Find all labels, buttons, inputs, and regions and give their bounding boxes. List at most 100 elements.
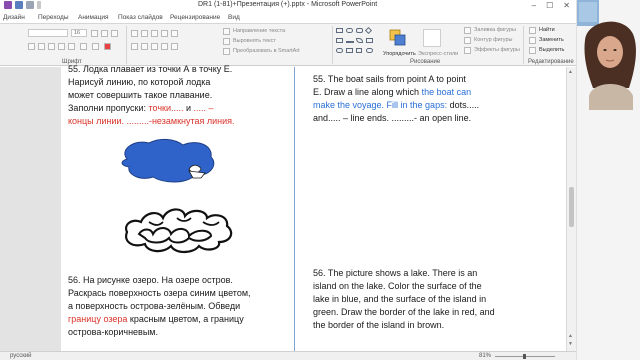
maximize-icon[interactable]: ☐ bbox=[546, 1, 553, 10]
column-divider bbox=[294, 67, 295, 351]
undo-icon[interactable] bbox=[15, 1, 23, 9]
font-color-icon[interactable] bbox=[104, 43, 111, 50]
grow-font-icon[interactable] bbox=[91, 30, 98, 37]
window-controls: ‒ ☐ ✕ bbox=[532, 1, 570, 10]
arrange-button[interactable]: Упорядочить bbox=[383, 51, 416, 57]
align-text-button[interactable]: Выровнять текст bbox=[233, 38, 276, 44]
shape-effects-button[interactable]: Эффекты фигуры bbox=[474, 47, 520, 53]
ru-task56-line2: Раскрась поверхность озера синим цветом, bbox=[68, 288, 251, 298]
shape-fill-button[interactable]: Заливка фигуры bbox=[474, 27, 516, 33]
select-button[interactable]: Выделить bbox=[539, 47, 564, 53]
shapes-gallery[interactable] bbox=[336, 26, 386, 57]
find-button[interactable]: Найти bbox=[539, 27, 555, 33]
webcam-overlay bbox=[576, 0, 640, 360]
language-indicator[interactable]: русский bbox=[10, 353, 32, 359]
align-right-icon[interactable] bbox=[151, 43, 158, 50]
text-direction-icon[interactable] bbox=[223, 28, 230, 35]
group-label-drawing: Рисование bbox=[410, 59, 441, 65]
customize-qat-icon[interactable] bbox=[37, 1, 41, 9]
status-bar: русский 81% bbox=[0, 351, 576, 360]
close-icon[interactable]: ✕ bbox=[563, 1, 570, 10]
save-icon[interactable] bbox=[4, 1, 12, 9]
tab-slide-show[interactable]: Показ слайдов bbox=[118, 14, 163, 21]
tab-transitions[interactable]: Переходы bbox=[38, 14, 69, 21]
justify-icon[interactable] bbox=[161, 43, 168, 50]
minimize-icon[interactable]: ‒ bbox=[532, 1, 536, 10]
zoom-slider-thumb[interactable] bbox=[523, 354, 526, 359]
redo-icon[interactable] bbox=[26, 1, 34, 9]
align-center-icon[interactable] bbox=[141, 43, 148, 50]
group-separator bbox=[523, 26, 524, 64]
en-task55-line3: make the voyage. Fill in the gaps: dots.… bbox=[313, 100, 480, 110]
tab-review[interactable]: Рецензирование bbox=[170, 14, 220, 21]
bullets-icon[interactable] bbox=[131, 30, 138, 37]
tab-view[interactable]: Вид bbox=[228, 14, 240, 21]
quick-access-toolbar bbox=[4, 1, 41, 9]
prev-slide-icon[interactable]: ▲ bbox=[568, 333, 573, 339]
ribbon: 16 Шрифт Направление текста Выровнять те… bbox=[0, 24, 576, 66]
zoom-slider[interactable] bbox=[495, 354, 555, 359]
char-spacing-icon[interactable] bbox=[80, 43, 87, 50]
ribbon-tabs: Дизайн Переходы Анимация Показ слайдов Р… bbox=[0, 12, 576, 24]
ru-task56-line1: 56. На рисунке озеро. На озере остров. bbox=[68, 275, 233, 285]
current-slide[interactable]: 55. Лодка плавает из точки А в точку Е. … bbox=[61, 64, 567, 351]
italic-icon[interactable] bbox=[38, 43, 45, 50]
convert-smartart-button[interactable]: Преобразовать в SmartArt bbox=[233, 48, 300, 54]
strikethrough-icon[interactable] bbox=[58, 43, 65, 50]
select-icon[interactable] bbox=[529, 47, 536, 54]
replace-icon[interactable] bbox=[529, 37, 536, 44]
align-left-icon[interactable] bbox=[131, 43, 138, 50]
presenter-video bbox=[577, 0, 640, 360]
en-task55-line1: 55. The boat sails from point A to point bbox=[313, 74, 466, 84]
window-title: DR1 (1-81)+Презентация (+).pptx - Micros… bbox=[198, 1, 378, 8]
group-separator bbox=[332, 26, 333, 64]
font-name-combo[interactable] bbox=[28, 29, 68, 37]
shrink-font-icon[interactable] bbox=[101, 30, 108, 37]
group-separator bbox=[126, 26, 127, 64]
align-text-icon[interactable] bbox=[223, 38, 230, 45]
ru-task55-line1: 55. Лодка плавает из точки А в точку Е. bbox=[68, 64, 233, 74]
tab-design[interactable]: Дизайн bbox=[3, 14, 25, 21]
arrange-icon[interactable] bbox=[389, 29, 407, 47]
find-icon[interactable] bbox=[529, 27, 536, 34]
ru-task56-line4: границу озера красным цветом, а границу bbox=[68, 314, 244, 324]
numbering-icon[interactable] bbox=[141, 30, 148, 37]
shadow-icon[interactable] bbox=[68, 43, 75, 50]
clear-format-icon[interactable] bbox=[111, 30, 118, 37]
underline-icon[interactable] bbox=[48, 43, 55, 50]
shape-outline-icon[interactable] bbox=[464, 37, 471, 44]
smartart-icon[interactable] bbox=[223, 48, 230, 55]
shape-outline-button[interactable]: Контур фигуры bbox=[474, 37, 512, 43]
font-size-combo[interactable]: 16 bbox=[71, 29, 87, 37]
next-slide-icon[interactable]: ▼ bbox=[568, 341, 573, 347]
ru-task56-line5: острова-коричневым. bbox=[68, 327, 158, 337]
shape-effects-icon[interactable] bbox=[464, 47, 471, 54]
ru-task55-line2: Нарисуй линию, по которой лодка bbox=[68, 77, 211, 87]
en-task55-line2: E. Draw a line along which the boat can bbox=[313, 87, 472, 97]
ru-task56-line3: а поверхность острова-зелёным. Обведи bbox=[68, 301, 241, 311]
line-spacing-icon[interactable] bbox=[171, 30, 178, 37]
replace-button[interactable]: Заменить bbox=[539, 37, 564, 43]
ru-task55-line4: Заполни пропуски: точки..... и ..... – bbox=[68, 103, 214, 113]
increase-indent-icon[interactable] bbox=[161, 30, 168, 37]
title-bar: DR1 (1-81)+Презентация (+).pptx - Micros… bbox=[0, 0, 576, 12]
text-direction-button[interactable]: Направление текста bbox=[233, 28, 285, 34]
shape-fill-icon[interactable] bbox=[464, 27, 471, 34]
zoom-level[interactable]: 81% bbox=[479, 353, 491, 359]
vertical-scrollbar[interactable]: ▲ ▲ ▼ bbox=[566, 67, 576, 351]
columns-icon[interactable] bbox=[171, 43, 178, 50]
powerpoint-window: DR1 (1-81)+Презентация (+).pptx - Micros… bbox=[0, 0, 640, 360]
en-task56-line1: 56. The picture shows a lake. There is a… bbox=[313, 268, 478, 278]
bold-icon[interactable] bbox=[28, 43, 35, 50]
decrease-indent-icon[interactable] bbox=[151, 30, 158, 37]
lake-island-outline-illustration bbox=[125, 208, 233, 254]
en-task56-line2: island on the lake. Color the surface of… bbox=[313, 281, 482, 291]
quick-styles-button[interactable]: Экспресс-стили bbox=[418, 51, 458, 57]
scroll-up-icon[interactable]: ▲ bbox=[568, 69, 573, 75]
scroll-thumb[interactable] bbox=[569, 187, 574, 227]
quick-styles-icon[interactable] bbox=[423, 29, 441, 47]
change-case-icon[interactable] bbox=[92, 43, 99, 50]
ru-task55-line5: концы линии. .........-незамкнутая линия… bbox=[68, 116, 235, 126]
slide-editor[interactable]: 55. Лодка плавает из точки А в точку Е. … bbox=[0, 64, 567, 351]
tab-animation[interactable]: Анимация bbox=[78, 14, 109, 21]
